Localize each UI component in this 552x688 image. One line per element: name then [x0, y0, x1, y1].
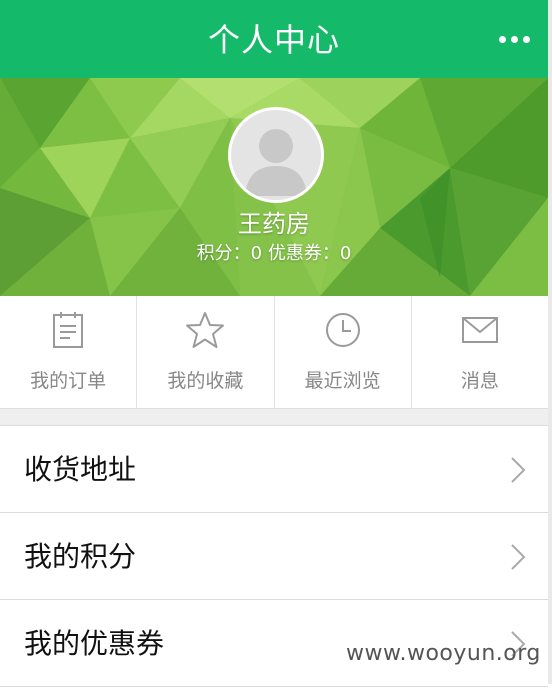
quick-action-orders[interactable]: 我的订单	[0, 296, 138, 408]
quick-action-history[interactable]: 最近浏览	[275, 296, 412, 408]
default-avatar-icon[interactable]	[228, 107, 324, 203]
watermark: www.wooyun.org	[346, 641, 541, 666]
profile-banner: 王药房 积分：0 优惠券：0	[0, 78, 548, 296]
star-icon	[186, 312, 225, 348]
clock-icon	[325, 313, 360, 347]
menu-item-address[interactable]: 收货地址	[0, 426, 548, 513]
quick-actions: 我的订单 我的收藏 最近浏览 消息	[0, 296, 548, 409]
quick-action-label: 我的订单	[30, 370, 107, 392]
quick-action-messages[interactable]: 消息	[412, 296, 548, 408]
order-list-icon	[53, 312, 84, 348]
title-bar: 个人中心	[0, 0, 548, 78]
chevron-right-icon	[511, 544, 526, 570]
menu-item-label: 我的积分	[24, 540, 137, 573]
menu-item-label: 收货地址	[24, 453, 137, 486]
menu-item-label: 我的优惠券	[24, 627, 165, 660]
more-dots-icon[interactable]	[494, 24, 534, 54]
quick-action-label: 最近浏览	[304, 370, 381, 392]
section-divider	[0, 409, 548, 426]
right-edge	[548, 0, 552, 684]
menu-item-points[interactable]: 我的积分	[0, 513, 548, 600]
quick-action-label: 消息	[460, 370, 499, 392]
page-title: 个人中心	[207, 21, 340, 59]
chevron-right-icon	[511, 457, 526, 483]
quick-action-favorites[interactable]: 我的收藏	[137, 296, 275, 408]
username: 王药房	[238, 210, 310, 238]
points-coupons-summary: 积分：0 优惠券：0	[196, 243, 352, 264]
envelope-icon	[461, 317, 498, 343]
quick-action-label: 我的收藏	[167, 370, 244, 392]
